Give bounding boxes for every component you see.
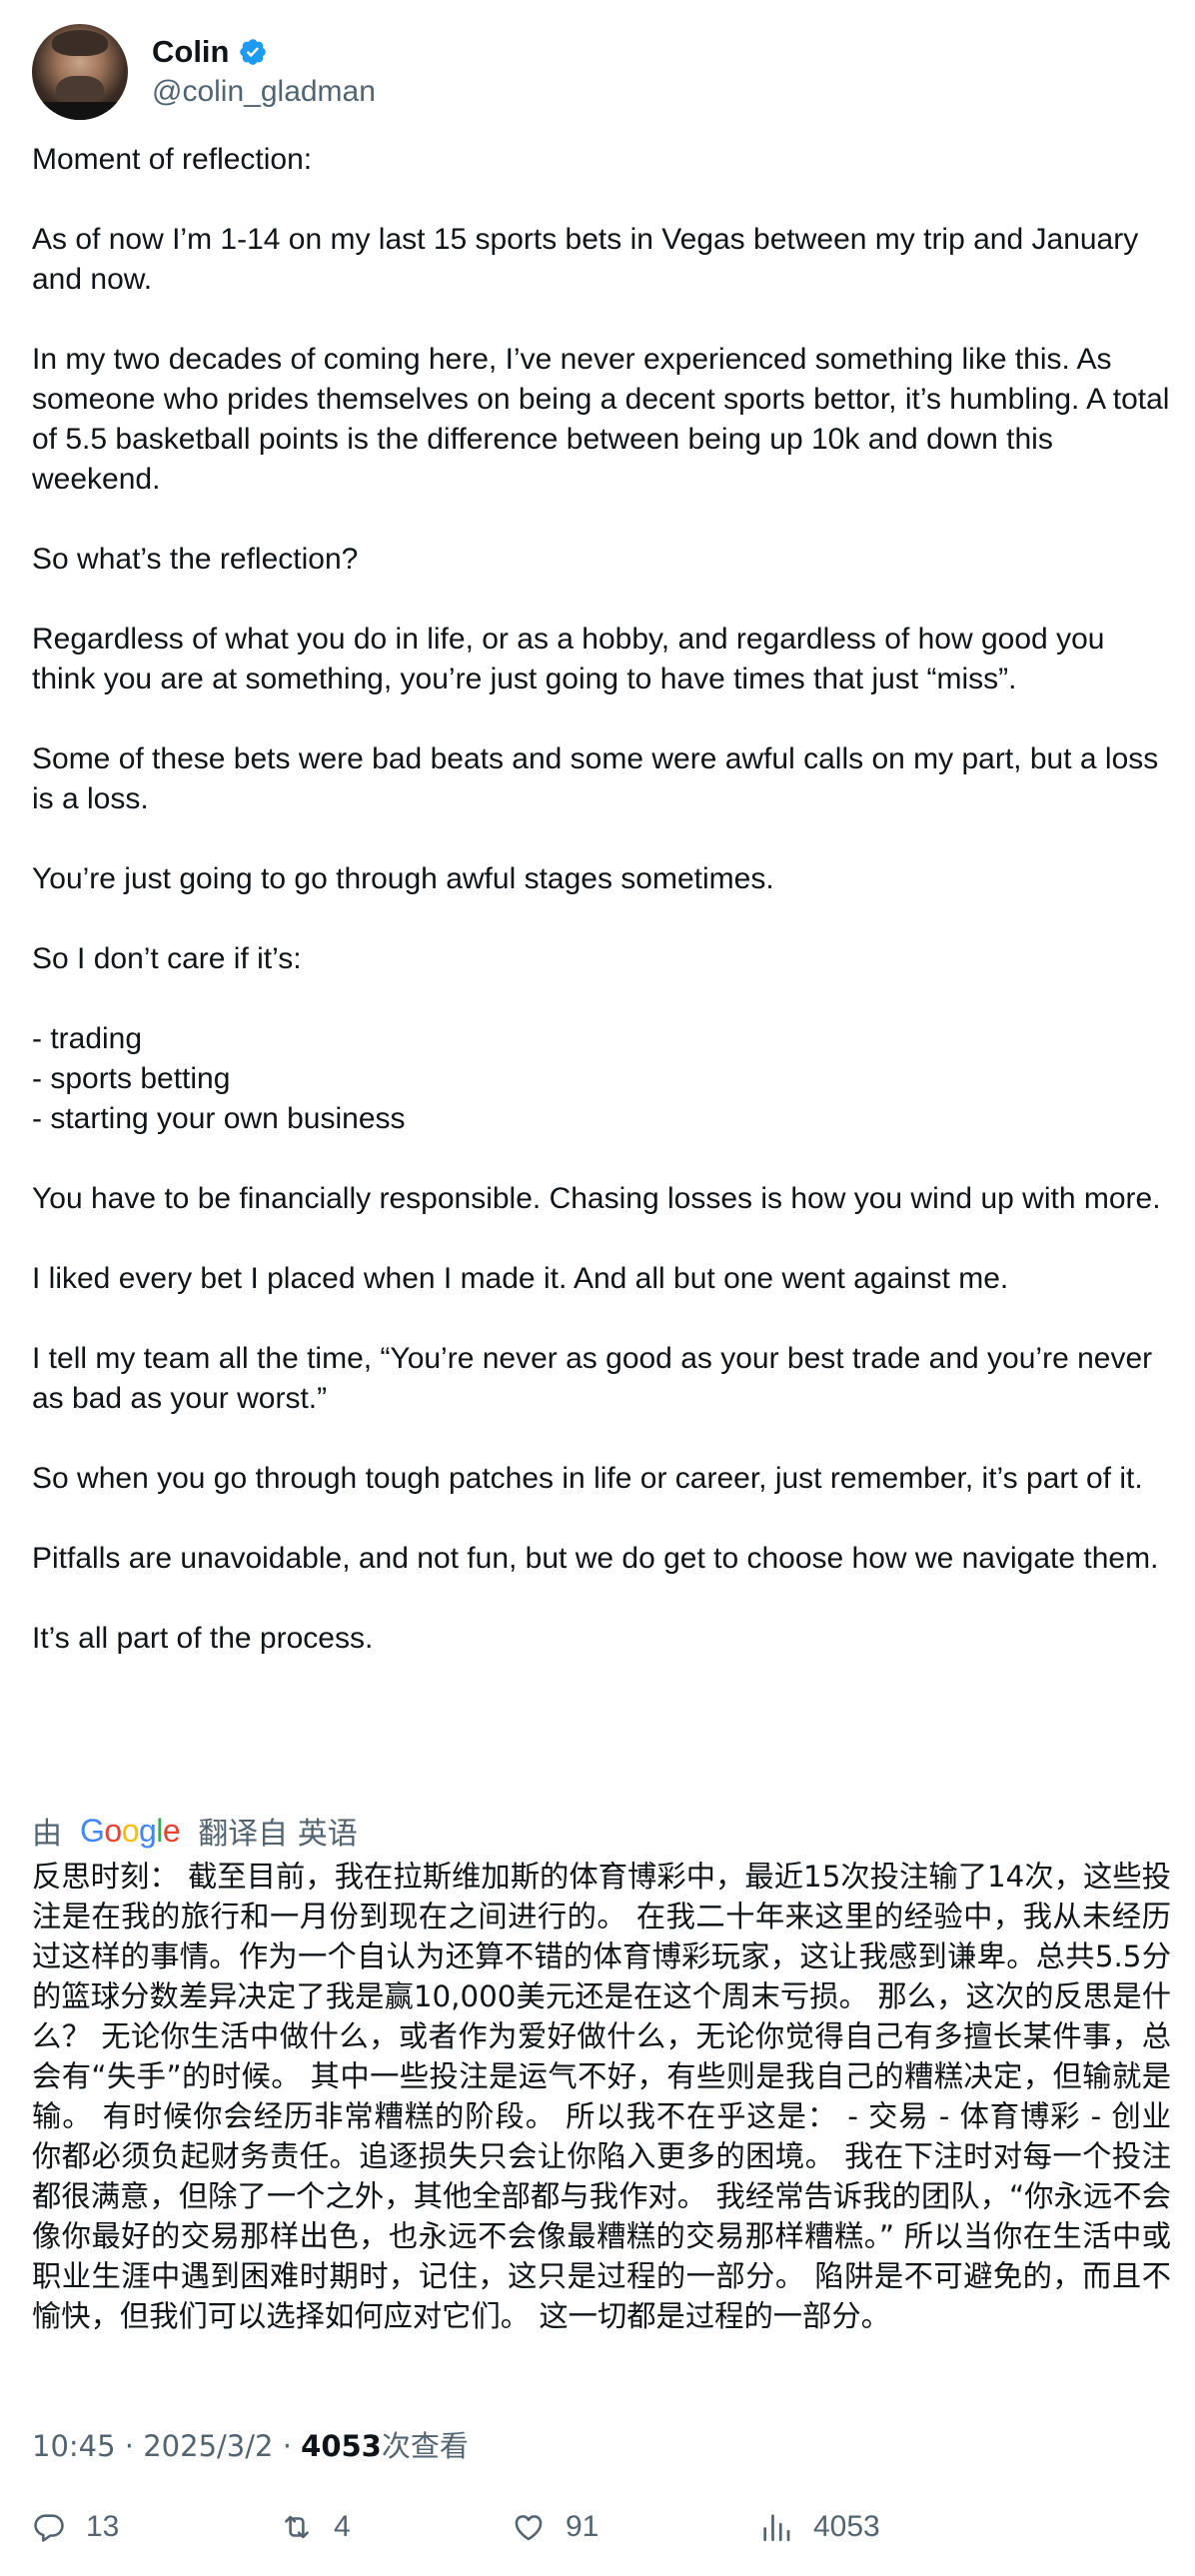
translated-text: 反思时刻： 截至目前，我在拉斯维加斯的体育博彩中，最近15次投注输了14次，这些… xyxy=(32,1860,1171,2333)
tweet-list: - trading - sports betting - starting yo… xyxy=(32,1022,406,1135)
tweet-paragraph: Moment of reflection: xyxy=(32,143,313,176)
reply-button[interactable]: 13 xyxy=(32,2510,119,2544)
tweet-paragraph: Some of these bets were bad beats and so… xyxy=(32,742,1159,815)
repost-button[interactable]: 4 xyxy=(280,2510,351,2544)
tweet-meta: 10:45 · 2025/3/2 · 4053次查看 xyxy=(32,2423,469,2465)
translation-prefix: 由 xyxy=(32,1817,62,1852)
author-handle[interactable]: @colin_gladman xyxy=(152,72,376,112)
tweet-text: Moment of reflection: As of now I’m 1-14… xyxy=(32,140,1171,1659)
tweet-paragraph: It’s all part of the process. xyxy=(32,1622,374,1655)
user-info: Colin @colin_gladman xyxy=(152,32,376,112)
tweet-paragraph: I liked every bet I placed when I made i… xyxy=(32,1262,1009,1295)
author-name[interactable]: Colin xyxy=(152,32,230,72)
views-label: 次查看 xyxy=(381,2429,469,2463)
google-letter: o xyxy=(121,1812,140,1849)
action-bar: 13 4 91 4053 xyxy=(32,2510,1171,2554)
translation-attribution[interactable]: 由 Google 翻译自 英语 xyxy=(32,1809,358,1853)
tweet-time[interactable]: 10:45 xyxy=(32,2429,116,2463)
google-letter: l xyxy=(156,1812,163,1849)
tweet-header: Colin @colin_gladman xyxy=(32,24,376,120)
like-icon xyxy=(515,2515,543,2541)
tweet-paragraph: As of now I’m 1-14 on my last 15 sports … xyxy=(32,223,1139,296)
reply-icon xyxy=(34,2514,64,2542)
google-logo: Google xyxy=(80,1812,181,1850)
repost-icon xyxy=(285,2515,309,2539)
tweet-paragraph: In my two decades of coming here, I’ve n… xyxy=(32,343,1170,496)
tweet-paragraph: Pitfalls are unavoidable, and not fun, b… xyxy=(32,1542,1159,1575)
translation-suffix: 翻译自 英语 xyxy=(198,1817,358,1852)
google-letter: e xyxy=(162,1812,181,1849)
views-count: 4053 xyxy=(301,2429,382,2463)
meta-separator: · xyxy=(273,2429,302,2463)
tweet-paragraph: So what’s the reflection? xyxy=(32,543,359,576)
name-row: Colin xyxy=(152,32,376,72)
tweet-paragraph: So I don’t care if it’s: xyxy=(32,942,302,975)
reply-count: 13 xyxy=(86,2510,120,2543)
google-letter: G xyxy=(80,1812,105,1849)
like-count: 91 xyxy=(566,2510,599,2543)
tweet-paragraph: You’re just going to go through awful st… xyxy=(32,862,774,895)
verified-badge-icon xyxy=(238,37,268,67)
avatar[interactable] xyxy=(32,24,128,120)
google-letter: o xyxy=(104,1812,122,1849)
tweet-paragraph: You have to be financially responsible. … xyxy=(32,1182,1161,1215)
avatar-hair xyxy=(52,30,108,56)
tweet-date[interactable]: 2025/3/2 xyxy=(143,2429,273,2463)
like-button[interactable]: 91 xyxy=(512,2510,598,2544)
google-wordmark: Google xyxy=(80,1812,181,1849)
views-action-count: 4053 xyxy=(813,2510,880,2543)
tweet-paragraph: So when you go through tough patches in … xyxy=(32,1462,1143,1495)
tweet-paragraph: Regardless of what you do in life, or as… xyxy=(32,623,1105,695)
avatar-shirt xyxy=(32,102,128,120)
views-button[interactable]: 4053 xyxy=(759,2510,880,2544)
repost-count: 4 xyxy=(334,2510,351,2543)
tweet-paragraph: I tell my team all the time, “You’re nev… xyxy=(32,1342,1153,1415)
meta-separator: · xyxy=(115,2429,144,2463)
google-letter: g xyxy=(138,1812,157,1849)
views-icon xyxy=(763,2514,790,2542)
